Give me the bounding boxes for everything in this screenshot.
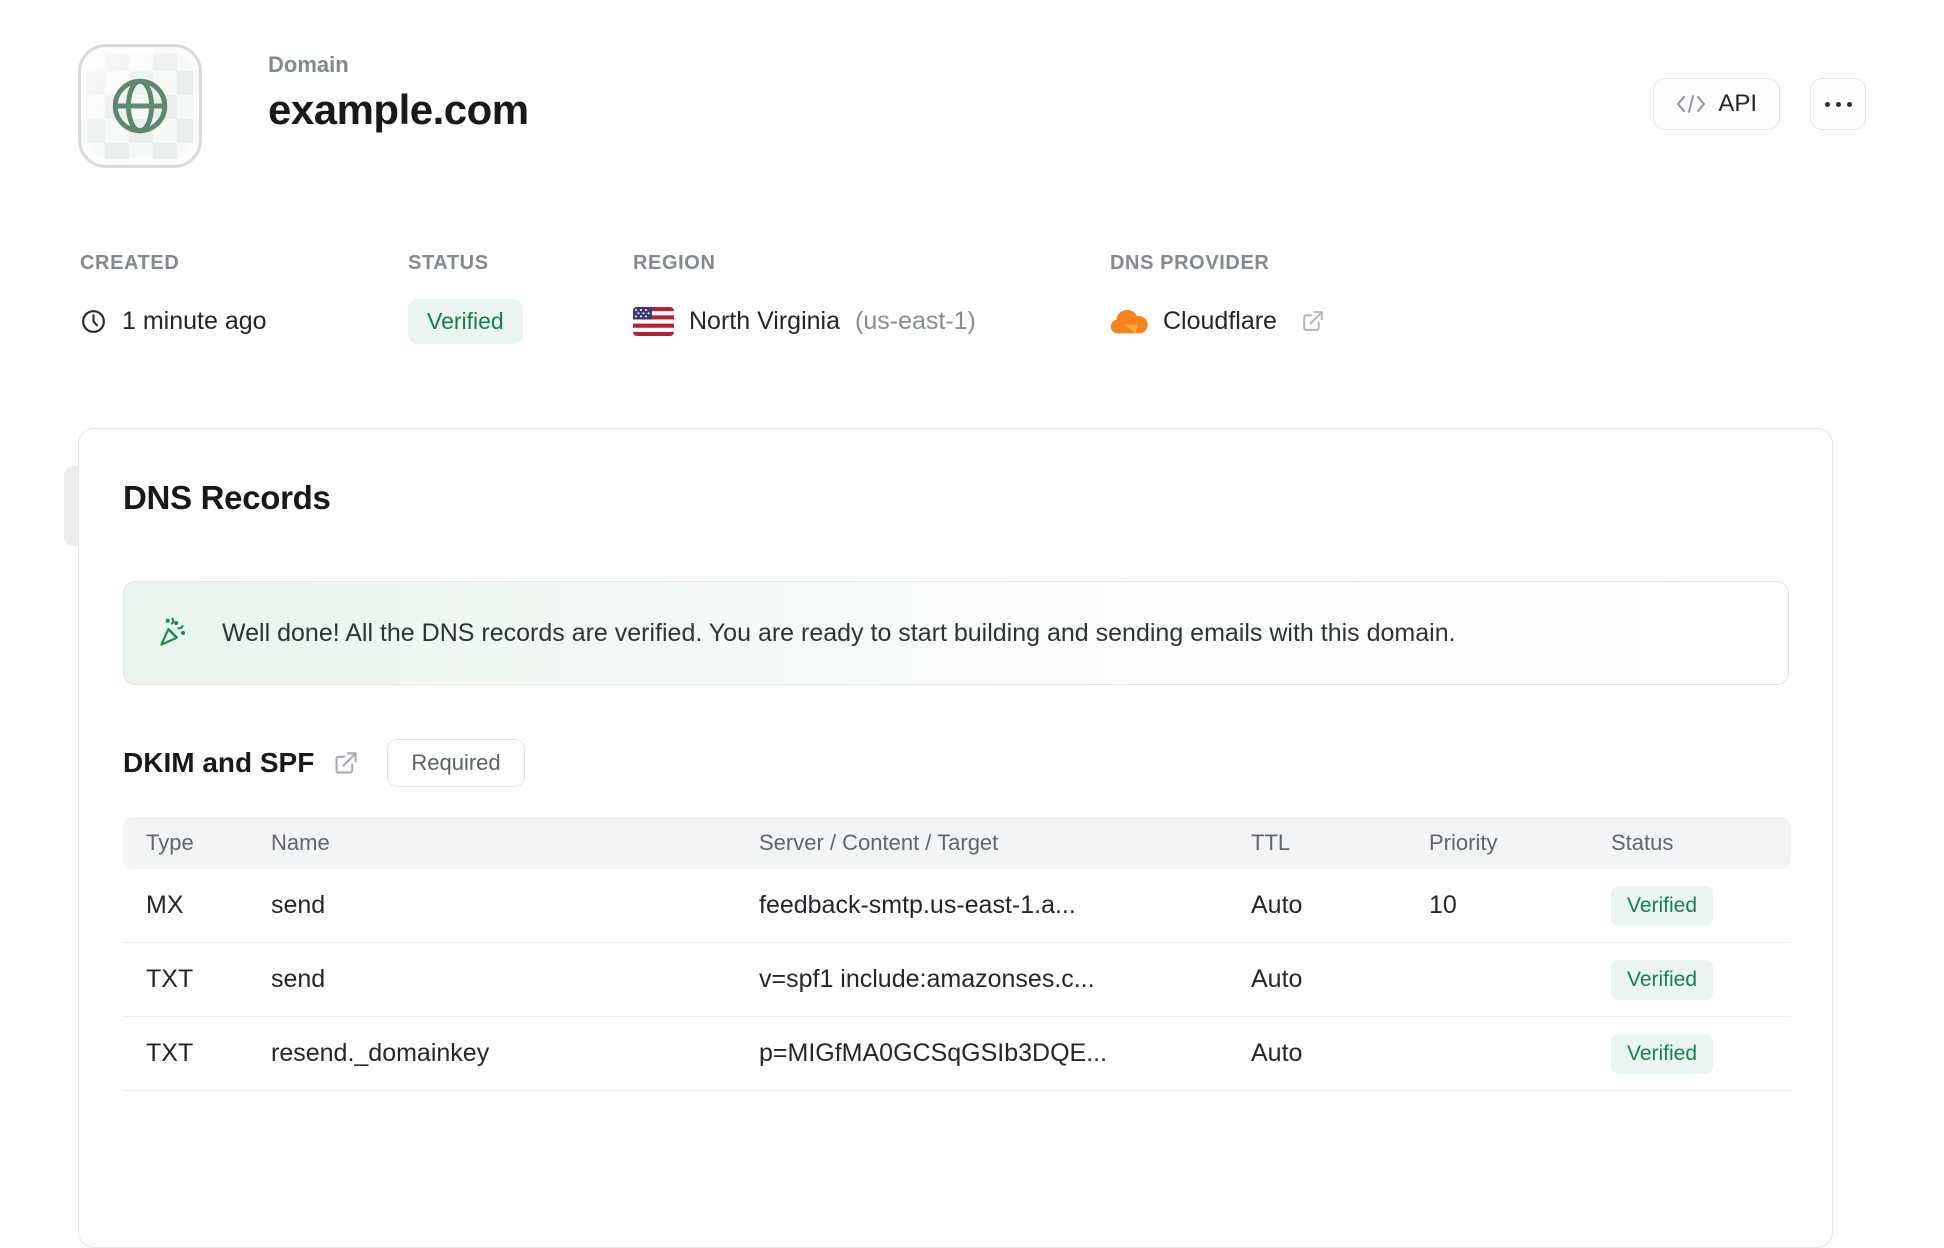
api-button-label: API <box>1718 90 1757 117</box>
col-header-type: Type <box>146 830 194 855</box>
us-flag-icon <box>633 306 674 336</box>
table-header-row: Type Name Server / Content / Target TTL … <box>123 817 1791 869</box>
table-row[interactable]: MX send feedback-smtp.us-east-1.a... Aut… <box>123 869 1791 943</box>
cell-type: TXT <box>146 965 194 993</box>
page-title: example.com <box>268 86 529 133</box>
status-badge: Verified <box>1611 1033 1714 1074</box>
col-header-name: Name <box>271 830 330 855</box>
created-value: 1 minute ago <box>122 306 267 335</box>
cloudflare-cloud-icon <box>1110 308 1148 335</box>
col-header-content: Server / Content / Target <box>759 830 999 855</box>
ellipsis-icon <box>1824 101 1852 107</box>
region-label: REGION <box>633 252 716 274</box>
success-banner: Well done! All the DNS records are verif… <box>123 581 1789 685</box>
code-icon <box>1676 93 1706 115</box>
col-header-ttl: TTL <box>1251 830 1291 855</box>
dns-provider-label: DNS PROVIDER <box>1110 252 1270 274</box>
domain-avatar <box>78 44 202 168</box>
dns-records-table: Type Name Server / Content / Target TTL … <box>123 817 1791 1091</box>
globe-icon <box>107 73 173 139</box>
cell-priority: 10 <box>1429 891 1457 919</box>
region-code: (us-east-1) <box>855 306 976 335</box>
cell-name: send <box>271 891 326 919</box>
external-link-icon[interactable] <box>332 750 359 777</box>
dkim-spf-title: DKIM and SPF <box>123 747 315 778</box>
party-popper-icon <box>154 614 192 652</box>
cell-content: v=spf1 include:amazonses.c... <box>759 965 1095 993</box>
cell-name: send <box>271 965 326 993</box>
api-button[interactable]: API <box>1653 78 1780 130</box>
status-badge: Verified <box>1611 959 1714 1000</box>
col-header-priority: Priority <box>1429 830 1498 855</box>
cell-ttl: Auto <box>1251 1039 1303 1067</box>
cell-type: TXT <box>146 1039 194 1067</box>
dns-records-card: DNS Records Well done! All the DNS recor… <box>78 428 1833 1248</box>
dns-provider-value: Cloudflare <box>1163 306 1277 335</box>
dns-records-title: DNS Records <box>123 479 331 516</box>
required-badge: Required <box>387 739 525 787</box>
region-value: North Virginia <box>689 306 841 335</box>
cell-content: p=MIGfMA0GCSqGSIb3DQE... <box>759 1039 1108 1067</box>
cell-ttl: Auto <box>1251 965 1303 993</box>
cell-content: feedback-smtp.us-east-1.a... <box>759 891 1076 919</box>
clock-icon <box>80 308 107 335</box>
cell-name: resend._domainkey <box>271 1039 490 1067</box>
domain-kicker: Domain <box>268 52 349 77</box>
table-row[interactable]: TXT send v=spf1 include:amazonses.c... A… <box>123 943 1791 1017</box>
status-label: STATUS <box>408 252 489 274</box>
external-link-icon[interactable] <box>1300 309 1325 334</box>
success-banner-text: Well done! All the DNS records are verif… <box>222 618 1456 647</box>
status-badge: Verified <box>408 298 523 344</box>
cell-type: MX <box>146 891 184 919</box>
domain-meta: CREATED 1 minute ago STATUS Verified REG… <box>80 252 1944 345</box>
page-header: Domain example.com API <box>78 44 1866 168</box>
table-row[interactable]: TXT resend._domainkey p=MIGfMA0GCSqGSIb3… <box>123 1017 1791 1091</box>
col-header-status: Status <box>1611 830 1674 855</box>
cell-ttl: Auto <box>1251 891 1303 919</box>
created-label: CREATED <box>80 252 180 274</box>
status-badge: Verified <box>1611 885 1714 926</box>
more-options-button[interactable] <box>1810 78 1866 130</box>
